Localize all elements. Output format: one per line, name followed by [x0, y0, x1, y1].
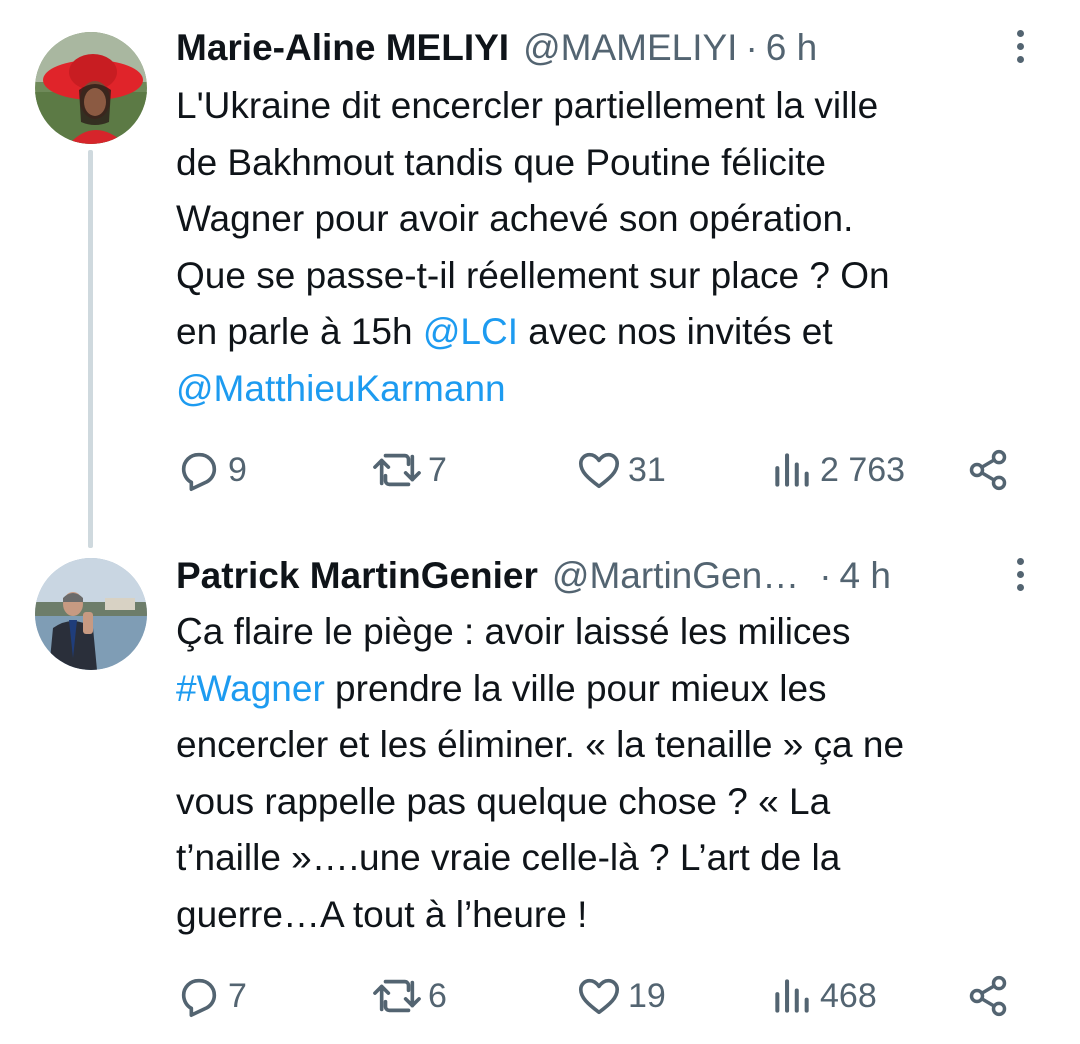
views-count: 468 [820, 976, 877, 1015]
reply-icon [181, 452, 217, 491]
tweet-text-line: en parle à 15h @LCI avec nos invités et [176, 304, 1036, 361]
text-segment: de Bakhmout tandis que Poutine félicite [176, 141, 826, 183]
tweet-text-line: L'Ukraine dit encercler partiellement la… [176, 78, 1036, 135]
author-name[interactable]: Marie-Aline MELIYI [176, 27, 509, 69]
share-button[interactable] [966, 440, 1010, 500]
text-segment: Wagner pour avoir achevé son opération. [176, 198, 854, 239]
like-count: 19 [628, 976, 666, 1015]
mention-link[interactable]: @MatthieuKarmann [176, 368, 506, 409]
avatar[interactable] [35, 32, 147, 144]
views-icon [775, 979, 809, 1013]
tweet-text-line: #Wagner prendre la ville pour mieux les [176, 661, 1036, 718]
author-name[interactable]: Patrick MartinGenier [176, 555, 538, 597]
like-icon [578, 452, 620, 489]
retweet-count: 6 [428, 976, 447, 1015]
like-count: 31 [628, 450, 666, 489]
views-count: 2 763 [820, 450, 906, 489]
action-bar: 7 6 19 468 [176, 966, 1026, 1026]
tweet-text: L'Ukraine dit encercler partiellement la… [176, 78, 1036, 417]
tweet-text-line: vous rappelle pas quelque chose ? « La [176, 774, 1036, 831]
text-segment: Ça flaire le piège : avoir laissé les mi… [176, 611, 851, 652]
tweet-text-line: de Bakhmout tandis que Poutine félicite [176, 135, 1036, 192]
views-button[interactable]: 2 763 [770, 440, 905, 500]
tweet-text-line: Ça flaire le piège : avoir laissé les mi… [176, 604, 1036, 661]
text-segment: en parle à 15h [176, 311, 423, 352]
share-icon [969, 975, 1007, 1017]
hashtag-link[interactable]: #Wagner [176, 668, 325, 709]
retweet-icon [373, 453, 421, 487]
like-button[interactable]: 31 [576, 440, 666, 500]
like-icon [578, 978, 620, 1015]
like-button[interactable]: 19 [576, 966, 666, 1026]
timestamp[interactable]: 4 h [840, 555, 891, 597]
text-segment: prendre la ville pour mieux les [324, 667, 827, 709]
tweet-text-line: @MatthieuKarmann [176, 361, 1036, 418]
tweet-text-line: encercler et les éliminer. « la tenaille… [176, 717, 1036, 774]
timestamp[interactable]: 6 h [766, 27, 817, 69]
reply-button[interactable]: 7 [176, 966, 247, 1026]
views-icon [775, 453, 809, 487]
text-segment: encercler et les éliminer. « la tenaille… [176, 724, 905, 765]
share-icon [969, 449, 1007, 491]
tweet[interactable]: Patrick MartinGenier @MartinGen… · 4 h Ç… [0, 548, 1080, 1044]
tweet-text-line: Que se passe-t-il réellement sur place ?… [176, 248, 1036, 305]
text-segment: Que se passe-t-il réellement sur place ?… [176, 254, 890, 296]
author-handle[interactable]: @MartinGen… [552, 555, 799, 597]
more-icon[interactable] [1010, 554, 1030, 598]
mention-link[interactable]: @LCI [423, 311, 518, 352]
separator-dot: · [819, 555, 832, 596]
text-segment: guerre…A tout à l’heure ! [176, 893, 588, 935]
separator-dot: · [745, 27, 758, 68]
tweet-text: Ça flaire le piège : avoir laissé les mi… [176, 604, 1036, 943]
retweet-button[interactable]: 7 [372, 440, 447, 500]
tweet-header: Patrick MartinGenier @MartinGen… · 4 h [176, 546, 1060, 606]
tweet-text-line: Wagner pour avoir achevé son opération. [176, 191, 1036, 248]
more-icon[interactable] [1010, 26, 1030, 70]
reply-count: 9 [228, 450, 247, 489]
retweet-icon [373, 979, 421, 1013]
reply-count: 7 [228, 976, 247, 1015]
retweet-button[interactable]: 6 [372, 966, 447, 1026]
author-handle[interactable]: @MAMELIYI [523, 27, 737, 69]
text-segment: L'Ukraine dit encercler partiellement la… [176, 85, 879, 126]
action-bar: 9 7 31 2 763 [176, 440, 1026, 500]
text-segment: vous rappelle pas quelque chose ? « La [176, 780, 831, 822]
tweet-header: Marie-Aline MELIYI @MAMELIYI · 6 h [176, 18, 1060, 78]
text-segment: avec nos invités et [518, 311, 833, 352]
tweet-text-line: guerre…A tout à l’heure ! [176, 887, 1036, 944]
tweet-text-line: t’naille »….une vraie celle-là ? L’art d… [176, 830, 1036, 887]
reply-icon [181, 978, 217, 1017]
text-segment: t’naille »….une vraie celle-là ? L’art d… [176, 837, 841, 878]
reply-button[interactable]: 9 [176, 440, 247, 500]
avatar[interactable] [35, 558, 147, 670]
share-button[interactable] [966, 966, 1010, 1026]
retweet-count: 7 [428, 450, 447, 489]
tweet[interactable]: Marie-Aline MELIYI @MAMELIYI · 6 h L'Ukr… [0, 0, 1080, 548]
views-button[interactable]: 468 [770, 966, 877, 1026]
